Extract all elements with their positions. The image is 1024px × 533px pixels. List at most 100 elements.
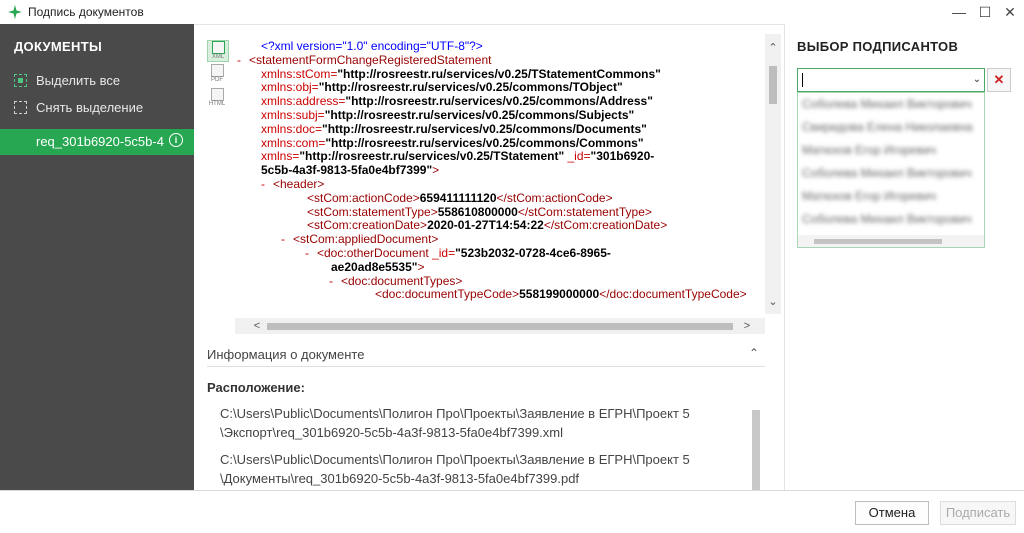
deselect-icon [14,101,27,114]
xml-token: _id= [428,246,456,260]
signer-option[interactable]: Соболева Михаил Викторович [802,166,980,182]
clear-signer-button[interactable]: ✕ [987,68,1011,92]
xml-token: <?xml version="1.0" encoding="UTF-8"?> [261,39,483,53]
xml-line: ae20ad8e5535"> [331,259,425,275]
signer-option[interactable]: Матюхов Егор Игоревич [802,143,980,159]
signer-combobox[interactable]: ⌄ [797,68,985,92]
xml-token: _id= [564,149,591,164]
xml-token: 558199000000 [519,287,600,302]
dropdown-horizontal-scrollbar[interactable] [798,235,984,247]
signer-option[interactable]: Соболева Михаил Викторович [802,212,980,228]
minimize-button[interactable]: — [945,2,973,22]
document-info-header[interactable]: Информация о документе ⌃ [207,346,765,367]
xml-token: 558610800000 [437,204,518,219]
scroll-right-icon[interactable]: > [739,318,755,334]
xml-line: xmlns="http://rosreestr.ru/services/v0.2… [261,149,655,164]
xml-token: </stCom:creationDate> [543,218,668,233]
xml-token: 2020-01-27T14:54:22 [427,218,544,233]
collapse-node-toggle[interactable]: - [329,274,333,289]
xml-line: xmlns:obj="http://rosreestr.ru/services/… [261,80,623,95]
title-bar: Подпись документов — ☐ ✕ [0,0,1024,25]
path-line: \Документы\req_301b6920-5c5b-4a3f-9813-5… [220,471,580,486]
signer-option[interactable]: Свиридова Елена Николаевна [802,120,980,136]
xml-token: <statementFormChangeRegisteredStatement [249,52,492,67]
xml-line: xmlns:stCom="http://rosreestr.ru/service… [261,66,661,82]
chevron-down-icon[interactable]: ⌄ [970,69,984,91]
xml-token: "http://rosreestr.ru/services/v0.25/comm… [318,80,623,95]
xml-token: "http://rosreestr.ru/services/v0.25/comm… [324,108,635,122]
deselect-button[interactable]: Снять выделение [14,99,143,117]
format-pdf-button[interactable]: PDF [207,64,227,84]
xml-token: xmlns:stCom= [261,66,338,81]
xml-horizontal-scrollbar[interactable]: < > [235,318,765,334]
xml-line: 5c5b-4a3f-9813-5fa0e4bf7399"> [261,163,439,178]
xml-line: <stCom:creationDate>2020-01-27T14:54:22<… [307,218,668,233]
xml-token: > [417,259,425,274]
xml-horizontal-scroll-thumb[interactable] [267,323,733,330]
collapse-node-toggle[interactable]: - [237,53,241,68]
xml-line: <?xml version="1.0" encoding="UTF-8"?> [261,39,483,54]
xml-vertical-scrollbar[interactable]: ⌃ ⌄ [765,34,781,314]
path-line: \Экспорт\req_301b6920-5c5b-4a3f-9813-5fa… [220,425,564,440]
xml-token: xmlns:subj= [261,108,325,122]
format-xml-label: XML [211,54,225,60]
xml-token: <stCom:statementType> [307,204,438,219]
xml-token: xmlns= [261,149,300,164]
sidebar-title: ДОКУМЕНТЫ [14,39,102,54]
signers-panel: ВЫБОР ПОДПИСАНТОВ ⌄ ✕ Соболева Михаил Ви… [784,24,1024,490]
xml-line: - <doc:otherDocument _id="523b2032-0728-4… [305,246,611,261]
signer-option[interactable]: Соболева Михаил Викторович [802,97,980,113]
text-cursor [802,73,803,87]
location-label: Расположение: [207,380,305,395]
deselect-label: Снять выделение [36,100,144,115]
xml-token: 5c5b-4a3f-9813-5fa0e4bf7399" [261,163,433,178]
collapse-node-toggle[interactable]: - [261,177,265,192]
scroll-down-icon[interactable]: ⌄ [765,294,781,310]
dropdown-scroll-thumb[interactable] [814,239,942,244]
scroll-up-icon[interactable]: ⌃ [765,40,781,56]
xml-token: <stCom:creationDate> [307,218,428,233]
maximize-button[interactable]: ☐ [971,2,999,22]
xml-token: "523b2032-0728-4ce6-8965- [455,246,611,260]
xml-line: - <stCom:appliedDocument> [281,232,439,247]
xml-token: <stCom:appliedDocument> [293,232,439,247]
format-html-label: HTML [208,101,226,107]
xml-token: "301b6920- [590,149,655,164]
xml-token: <header> [273,177,325,191]
xml-token: "http://rosreestr.ru/services/v0.25/comm… [325,135,644,150]
xml-vertical-scroll-thumb[interactable] [769,66,777,104]
format-xml-button[interactable]: XML [207,40,229,62]
signer-option[interactable]: Матюхов Егор Игоревич [802,189,980,205]
format-html-button[interactable]: HTML [207,88,227,108]
xml-line: xmlns:doc="http://rosreestr.ru/services/… [261,122,647,137]
xml-token: xmlns:com= [261,135,326,150]
xml-token: <doc:documentTypeCode> [375,287,520,302]
xml-line: - <doc:documentTypes> [329,274,462,289]
sign-button[interactable]: Подписать [940,501,1016,525]
xml-line: - <header> [261,177,325,192]
xml-preview[interactable]: <?xml version="1.0" encoding="UTF-8"?> - <… [235,34,765,318]
scroll-left-icon[interactable]: < [249,318,265,334]
select-all-button[interactable]: Выделить все [14,72,120,90]
document-name: req_301b6920-5c5b-4 [36,134,164,149]
info-icon[interactable]: i [169,133,183,147]
xml-line: <stCom:statementType>558610800000</stCom… [307,204,652,220]
cancel-button[interactable]: Отмена [855,501,929,525]
xml-token: </stCom:actionCode> [496,190,613,205]
app-logo-icon [8,5,22,19]
path-line: C:\Users\Public\Documents\Полигон Про\Пр… [220,406,690,421]
html-file-icon [210,88,224,101]
xml-line: xmlns:com="http://rosreestr.ru/services/… [261,135,644,151]
collapse-icon[interactable]: ⌃ [749,346,759,360]
location-scrollbar[interactable] [752,410,760,490]
collapse-node-toggle[interactable]: - [305,246,309,261]
document-list-item[interactable]: req_301b6920-5c5b-4 i [0,129,194,155]
signer-dropdown-list[interactable]: Соболева Михаил Викторович Матюхов Егор И… [797,92,985,248]
xml-line: - <statementFormChangeRegisteredStatement [237,52,492,68]
path-line: C:\Users\Public\Documents\Полигон Про\Пр… [220,452,690,467]
collapse-node-toggle[interactable]: - [281,232,285,247]
signers-title: ВЫБОР ПОДПИСАНТОВ [797,39,959,54]
xml-token: ae20ad8e5535" [331,259,418,274]
close-window-button[interactable]: ✕ [996,2,1024,22]
xml-token: "http://rosreestr.ru/services/v0.25/TSta… [337,66,661,81]
